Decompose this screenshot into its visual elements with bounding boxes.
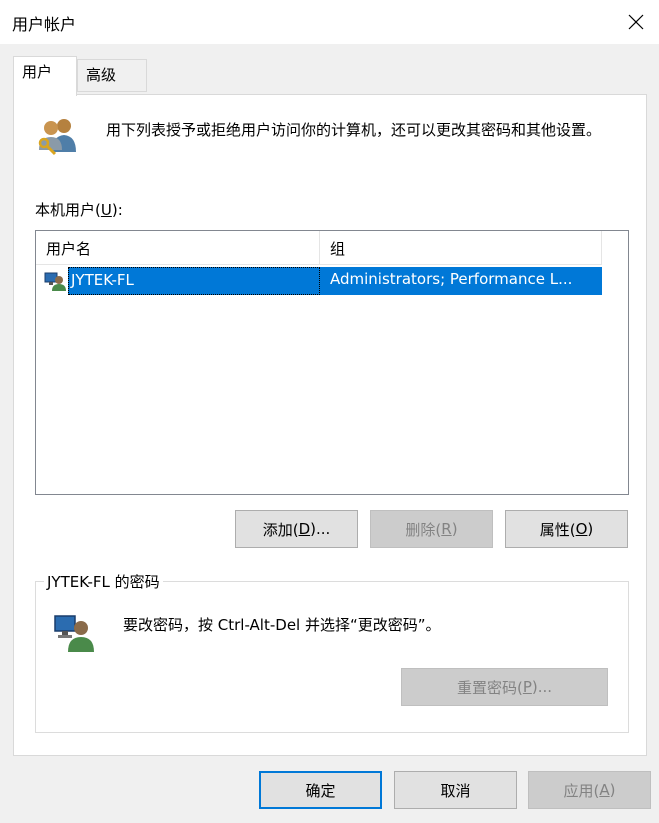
- column-header-username[interactable]: 用户名: [36, 231, 320, 265]
- list-header: 用户名 组: [36, 231, 602, 265]
- password-groupbox: JYTEK-FL 的密码 要改密码，按 Ctrl-Alt-Del 并选择“更改密…: [35, 571, 629, 733]
- add-button-text: 添加(: [262, 520, 299, 539]
- add-user-button[interactable]: 添加(D)...: [235, 510, 358, 548]
- window-title: 用户帐户: [12, 15, 77, 34]
- reset-button-text: 重置密码(: [456, 678, 523, 697]
- apply-button[interactable]: 应用(A): [528, 771, 651, 809]
- add-button-hotkey: D: [298, 520, 311, 538]
- reset-password-button[interactable]: 重置密码(P)...: [401, 668, 608, 706]
- local-users-label-text: 本机用户(: [35, 201, 101, 219]
- remove-button-hotkey: R: [441, 520, 452, 538]
- user-computer-icon: [44, 272, 66, 291]
- reset-button-hotkey: P: [522, 678, 532, 696]
- remove-user-button[interactable]: 删除(R): [370, 510, 493, 548]
- row-username: JYTEK-FL: [68, 267, 320, 295]
- properties-button-text: 属性(: [539, 520, 576, 539]
- properties-button-suffix: ): [587, 520, 594, 538]
- properties-button[interactable]: 属性(O): [505, 510, 628, 548]
- password-group-title: JYTEK-FL 的密码: [44, 571, 163, 592]
- row-group: Administrators; Performance L...: [320, 267, 602, 295]
- cancel-button[interactable]: 取消: [394, 771, 517, 809]
- intro-text: 用下列表授予或拒绝用户访问你的计算机，还可以更改其密码和其他设置。: [106, 121, 602, 139]
- add-button-suffix: )...: [310, 520, 331, 538]
- title-bar: 用户帐户: [0, 0, 659, 44]
- apply-button-hotkey: A: [599, 781, 610, 799]
- users-key-icon: [38, 119, 76, 156]
- table-row[interactable]: JYTEK-FL Administrators; Performance L..…: [38, 267, 602, 295]
- users-list[interactable]: 用户名 组 JYTEK-FL Administrators; Performan…: [35, 230, 629, 495]
- column-header-group[interactable]: 组: [320, 231, 602, 265]
- close-button[interactable]: [613, 0, 659, 44]
- ok-button[interactable]: 确定: [259, 771, 382, 809]
- apply-button-text: 应用(: [563, 781, 600, 800]
- local-users-label: 本机用户(U):: [35, 199, 123, 220]
- tab-users[interactable]: 用户: [13, 56, 77, 96]
- local-users-label-hotkey: U: [100, 201, 112, 219]
- tab-advanced[interactable]: 高级: [77, 59, 147, 92]
- remove-button-suffix: ): [451, 520, 458, 538]
- user-password-icon: [54, 615, 94, 652]
- properties-button-hotkey: O: [575, 520, 588, 538]
- users-tab-panel: 用下列表授予或拒绝用户访问你的计算机，还可以更改其密码和其他设置。 本机用户(U…: [13, 94, 647, 756]
- reset-button-suffix: )...: [531, 678, 553, 696]
- apply-button-suffix: ): [609, 781, 616, 799]
- local-users-label-end: ):: [111, 201, 123, 219]
- remove-button-text: 删除(: [405, 520, 442, 539]
- close-icon: [628, 14, 644, 30]
- password-instruction: 要改密码，按 Ctrl-Alt-Del 并选择“更改密码”。: [123, 616, 441, 634]
